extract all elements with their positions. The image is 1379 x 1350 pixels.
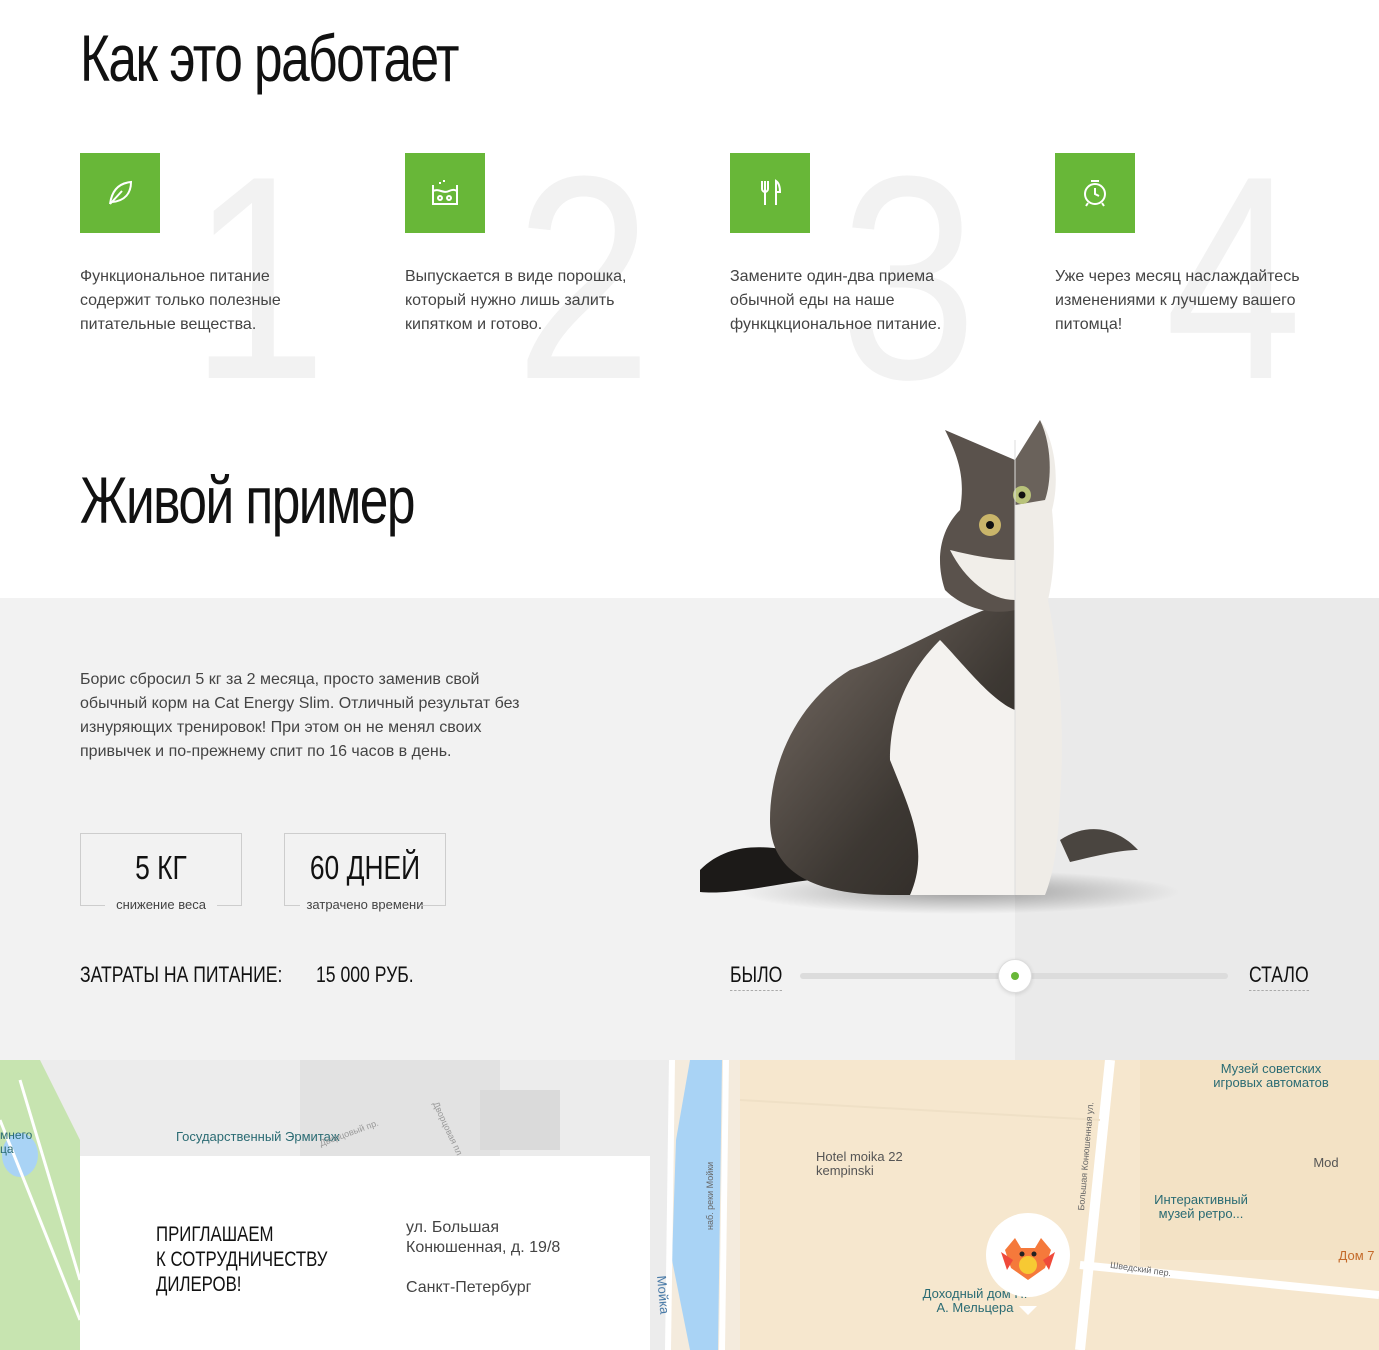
step-2: 2 Выпускается в виде порошка, который ну…	[405, 133, 730, 423]
step-3: 3 Замените один-два приема обычной еды н…	[730, 133, 1055, 423]
dealer-address: ул. Большая Конюшенная, д. 19/8 Санкт-Пе…	[406, 1218, 560, 1298]
map-label-mod: Mod	[1313, 1155, 1339, 1170]
stat-weight: 5 КГ снижение веса	[80, 833, 242, 912]
step-4: 4 Уже через месяц наслаждайтесь изменени…	[1055, 133, 1379, 423]
map-pin-icon[interactable]	[983, 1210, 1073, 1315]
cat-before-after-image	[700, 420, 1180, 914]
map-label-museum-soviet: Музей советских игровых автоматов	[1213, 1061, 1329, 1090]
story-text: Борис сбросил 5 кг за 2 месяца, просто з…	[80, 671, 520, 760]
live-example-title: Живой пример	[80, 463, 416, 537]
dealer-title-line: дилеров!	[156, 1273, 242, 1296]
step-description: Уже через месяц наслаждайтесь изменениям…	[1055, 268, 1300, 333]
address-street: ул. Большая	[406, 1219, 499, 1236]
how-it-works-title: Как это работает	[80, 21, 459, 95]
map-label-moika: Мойка	[654, 1274, 673, 1315]
map-label-dom7: Дом 7	[1338, 1248, 1375, 1263]
alarm-clock-icon	[1055, 153, 1135, 233]
stat-days: 60 ДНЕЙ затрачено времени	[284, 833, 446, 912]
powder-bowl-icon	[405, 153, 485, 233]
comparison-slider-handle[interactable]	[998, 959, 1032, 993]
handle-dot	[1011, 972, 1019, 980]
step-description: Функциональное питание содержит только п…	[80, 268, 281, 333]
fork-knife-icon	[730, 153, 810, 233]
leaf-icon	[80, 153, 160, 233]
step-description: Выпускается в виде порошка, который нужн…	[405, 268, 627, 333]
step-1: 1 Функциональное питание содержит только…	[80, 133, 405, 423]
map-label-park: мнего ца	[0, 1128, 33, 1156]
map-label-interactive: Интерактивный музей ретро...	[1154, 1192, 1248, 1221]
after-toggle[interactable]: Стало	[1249, 962, 1309, 991]
dealer-card: Приглашаем к сотрудничеству дилеров! ул.…	[80, 1156, 650, 1350]
step-description: Замените один-два приема обычной еды на …	[730, 268, 942, 333]
dealer-title-line: к сотрудничеству	[156, 1248, 328, 1271]
stat-label: снижение веса	[110, 897, 212, 912]
address-house: Конюшенная, д. 19/8	[406, 1239, 561, 1256]
stat-label: затрачено времени	[300, 897, 430, 912]
stat-value: 60 ДНЕЙ	[309, 849, 421, 886]
dealer-title: Приглашаем к сотрудничеству дилеров!	[156, 1222, 327, 1297]
address-city: Санкт-Петербург	[406, 1279, 532, 1296]
cost-value: 15 000 руб.	[316, 962, 414, 987]
map-label-naberezhnaya: наб. реки Мойки	[705, 1161, 715, 1230]
cost-label: Затраты на питание:	[80, 962, 283, 987]
dealer-title-line: Приглашаем	[156, 1223, 274, 1246]
before-toggle[interactable]: Было	[730, 962, 783, 991]
map-label-hotel: Hotel moika 22 kempinski	[816, 1149, 903, 1178]
stat-value: 5 КГ	[135, 849, 187, 886]
